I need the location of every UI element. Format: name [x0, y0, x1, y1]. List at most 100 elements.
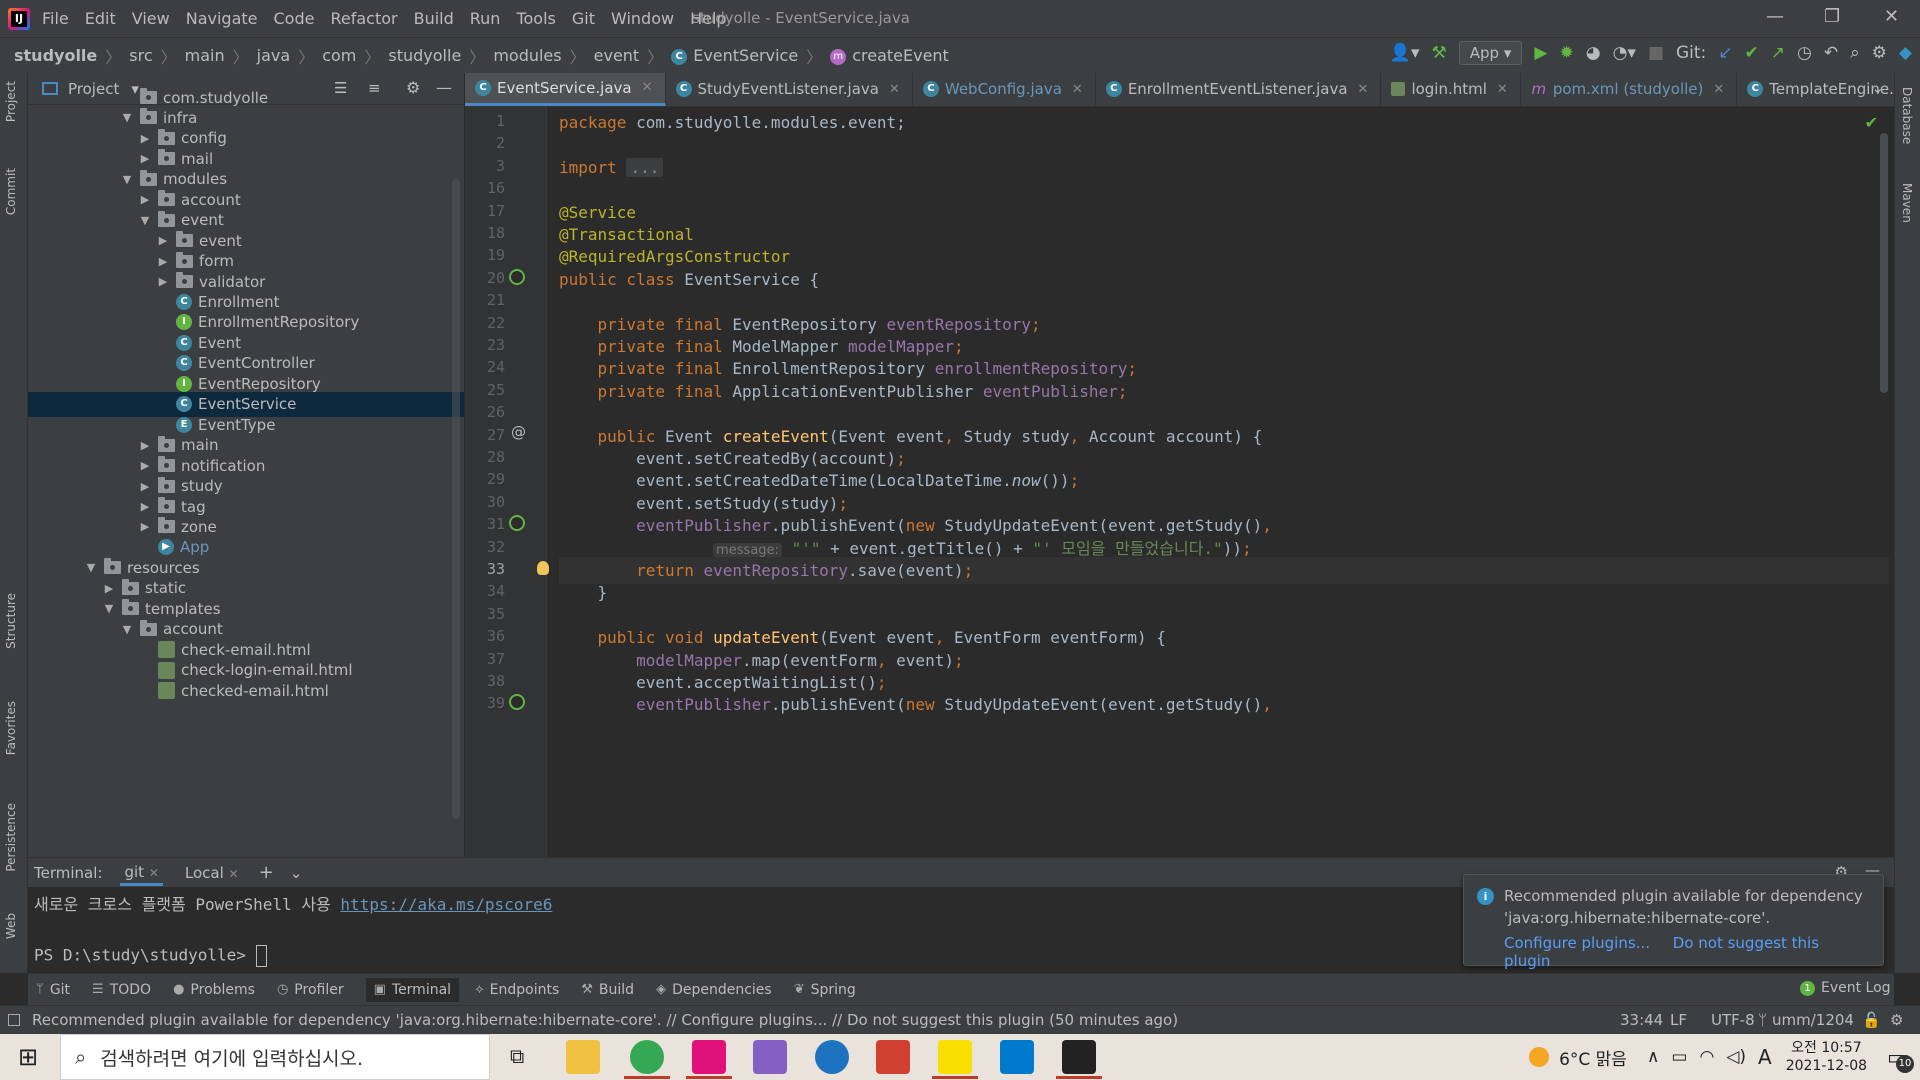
lightbulb-icon[interactable]: [537, 561, 549, 575]
editor-scrollbar[interactable]: [1880, 133, 1888, 393]
profile-icon[interactable]: ◔▾: [1613, 43, 1636, 63]
breadcrumb-item[interactable]: event: [594, 46, 640, 65]
side-tab-maven[interactable]: Maven: [1900, 183, 1914, 223]
editor-tab[interactable]: C StudyEventListener.java ✕: [666, 73, 913, 106]
battery-icon[interactable]: ▭: [1671, 1047, 1687, 1067]
close-icon[interactable]: ✕: [149, 866, 159, 880]
editor-tab[interactable]: login.html ✕: [1381, 73, 1521, 106]
chevron-right-icon[interactable]: ▶: [138, 520, 152, 533]
chevron-right-icon[interactable]: ▶: [138, 500, 152, 513]
editor-tab[interactable]: C WebConfig.java ✕: [913, 73, 1096, 106]
git-commit-icon[interactable]: ✔: [1745, 43, 1759, 63]
editor-tab[interactable]: C EnrollmentEventListener.java ✕: [1096, 73, 1382, 106]
tool-window-git[interactable]: ᛘ Git: [36, 982, 70, 998]
close-icon[interactable]: ✕: [1072, 82, 1083, 97]
breadcrumb-item[interactable]: src: [129, 46, 152, 65]
menu-run[interactable]: Run: [470, 9, 501, 28]
configure-plugins-link[interactable]: Configure plugins...: [1504, 934, 1650, 952]
tool-window-dependencies[interactable]: ◈ Dependencies: [656, 982, 772, 998]
event-log-button[interactable]: 1 Event Log: [1800, 980, 1891, 996]
chevron-down-icon[interactable]: ▼: [120, 173, 134, 186]
ime-indicator[interactable]: A: [1758, 1045, 1772, 1069]
menu-window[interactable]: Window: [611, 9, 674, 28]
close-icon[interactable]: ✕: [889, 82, 900, 97]
file-encoding[interactable]: UTF-8: [1711, 1011, 1755, 1029]
menu-view[interactable]: View: [132, 9, 170, 28]
tool-window-spring[interactable]: ❦ Spring: [794, 982, 856, 998]
git-update-icon[interactable]: ↙: [1718, 43, 1732, 63]
code-line[interactable]: package com.studyolle.modules.event;: [559, 109, 906, 136]
code-line[interactable]: private final ApplicationEventPublisher …: [559, 378, 1128, 405]
stop-icon[interactable]: ■: [1648, 43, 1664, 63]
spring-bean-icon[interactable]: [509, 268, 525, 285]
close-icon[interactable]: ✕: [1497, 82, 1508, 97]
tool-window-problems[interactable]: ● Problems: [173, 982, 255, 998]
chevron-right-icon[interactable]: ▶: [138, 152, 152, 165]
chevron-up-icon[interactable]: ∧: [1647, 1047, 1659, 1067]
search-icon[interactable]: ⌕: [1850, 43, 1860, 63]
close-icon[interactable]: ✕: [1713, 82, 1724, 97]
gear-icon[interactable]: ⚙: [1872, 43, 1887, 63]
terminal-tab-local[interactable]: Local ✕: [185, 864, 239, 882]
spring-event-icon[interactable]: [509, 694, 525, 711]
menu-build[interactable]: Build: [414, 9, 454, 28]
chevron-down-icon[interactable]: ▼: [102, 602, 116, 615]
annotation-gutter-icon[interactable]: @: [511, 423, 526, 441]
rollback-icon[interactable]: ↶: [1824, 43, 1838, 63]
chevron-right-icon[interactable]: ▶: [156, 234, 170, 247]
side-tab-project[interactable]: Project: [4, 81, 18, 122]
visual-studio-icon[interactable]: [753, 1040, 787, 1074]
clock[interactable]: 오전 10:57 2021-12-08: [1786, 1039, 1867, 1075]
tabs-dropdown-icon[interactable]: ⌄: [1871, 79, 1884, 97]
user-icon[interactable]: 👤▾: [1390, 43, 1420, 63]
notification-center-icon[interactable]: ▭ 10: [1887, 1045, 1914, 1073]
status-message[interactable]: Recommended plugin available for depende…: [32, 1011, 1178, 1029]
kakaotalk-icon[interactable]: [938, 1040, 972, 1074]
tool-window-terminal[interactable]: ▣ Terminal: [365, 977, 460, 1002]
side-tab-web[interactable]: Web: [4, 913, 18, 939]
tool-window-profiler[interactable]: ◷ Profiler: [277, 982, 344, 998]
coverage-icon[interactable]: ◕: [1586, 43, 1601, 63]
minimize-icon[interactable]: —: [1766, 6, 1784, 27]
lock-icon[interactable]: 🔓: [1862, 1011, 1881, 1029]
breadcrumb-item[interactable]: modules: [493, 46, 561, 65]
project-scrollbar[interactable]: [452, 179, 460, 819]
breadcrumb-item[interactable]: main: [185, 46, 225, 65]
menu-git[interactable]: Git: [572, 9, 595, 28]
code-line[interactable]: import ...: [559, 154, 664, 181]
chevron-down-icon[interactable]: ▼: [84, 561, 98, 574]
chevron-down-icon[interactable]: ▼: [120, 111, 134, 124]
breadcrumb-item[interactable]: studyolle: [388, 46, 461, 65]
side-tab-structure[interactable]: Structure: [4, 593, 18, 649]
breadcrumb-item[interactable]: studyolle: [14, 46, 97, 65]
side-tab-database[interactable]: Database: [1900, 87, 1914, 144]
tool-window-build[interactable]: ⚒ Build: [581, 982, 634, 998]
menu-file[interactable]: File: [42, 9, 69, 28]
chrome-icon[interactable]: [630, 1040, 664, 1074]
file-explorer-icon[interactable]: [566, 1040, 600, 1074]
spring-event-icon[interactable]: [509, 515, 525, 532]
chevron-right-icon[interactable]: ▶: [156, 255, 170, 268]
chevron-right-icon[interactable]: ▶: [138, 132, 152, 145]
history-icon[interactable]: ◷: [1797, 43, 1812, 63]
chevron-down-icon[interactable]: ▼: [120, 623, 134, 636]
restore-icon[interactable]: ❐: [1824, 6, 1840, 27]
terminal-tab-git[interactable]: git ✕: [120, 859, 163, 886]
menu-code[interactable]: Code: [274, 9, 315, 28]
terminal-link[interactable]: https://aka.ms/pscore6: [340, 895, 552, 914]
side-tab-persistence[interactable]: Persistence: [4, 803, 18, 872]
drive-app-icon[interactable]: [876, 1040, 910, 1074]
code-view[interactable]: package com.studyolle.modules.event; impo…: [537, 107, 1889, 857]
windows-start-icon[interactable]: ⊞: [18, 1043, 38, 1071]
chevron-right-icon[interactable]: ▶: [138, 193, 152, 206]
caret-position[interactable]: 33:44: [1620, 1011, 1663, 1029]
volume-icon[interactable]: ◁): [1726, 1047, 1746, 1067]
run-config-select[interactable]: App ▾: [1458, 41, 1523, 65]
chevron-right-icon[interactable]: ▶: [138, 459, 152, 472]
breadcrumb-item[interactable]: m createEvent: [830, 46, 949, 65]
breadcrumb-item[interactable]: java: [257, 46, 291, 65]
breadcrumb-item[interactable]: com: [322, 46, 356, 65]
task-view-icon[interactable]: ⧉: [510, 1044, 524, 1068]
tool-window-todo[interactable]: ☰ TODO: [92, 982, 151, 998]
tree-item[interactable]: checked-email.html: [28, 678, 464, 703]
